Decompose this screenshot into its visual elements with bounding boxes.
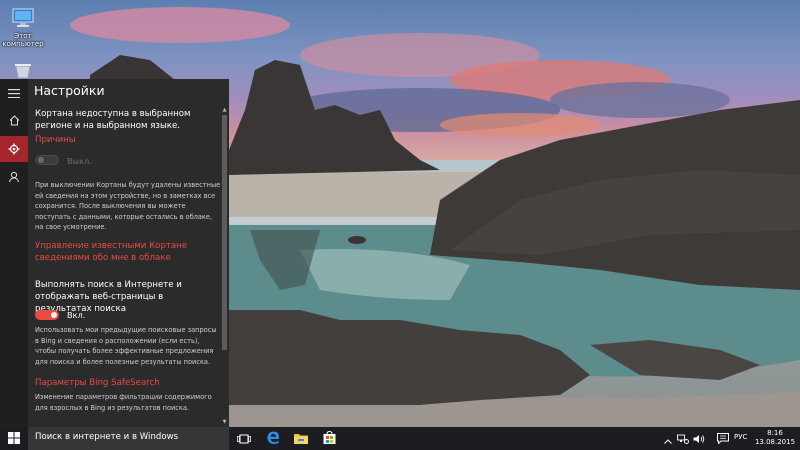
- scroll-thumb[interactable]: [222, 115, 227, 350]
- cortana-settings-panel: Настройки Кортана недоступна в выбранном…: [0, 79, 229, 427]
- search-placeholder: Поиск в интернете и в Windows: [35, 432, 179, 442]
- volume-button[interactable]: [692, 427, 706, 450]
- store-icon: [323, 429, 336, 448]
- file-explorer-icon: [294, 429, 308, 448]
- cortana-toggle-knob: [38, 157, 44, 163]
- action-center-button[interactable]: [716, 427, 730, 450]
- search-online-toggle[interactable]: [35, 310, 59, 320]
- volume-icon: [693, 429, 705, 448]
- safesearch-description: Изменение параметров фильтрации содержим…: [35, 393, 212, 412]
- gear-icon: [8, 140, 20, 159]
- cortana-off-description: При выключении Кортаны будут удалены изв…: [35, 181, 221, 231]
- left-rail: [0, 79, 28, 427]
- manage-cloud-info-link[interactable]: Управление известными Кортане сведениями…: [35, 240, 221, 264]
- page-title: Настройки: [34, 83, 105, 98]
- bing-safesearch-link[interactable]: Параметры Bing SafeSearch: [35, 377, 221, 389]
- feedback-button[interactable]: [0, 164, 28, 190]
- recycle-bin-icon: [0, 64, 46, 80]
- notifications-icon: [717, 429, 729, 448]
- taskbar-search-box[interactable]: Поиск в интернете и в Windows: [28, 427, 229, 450]
- feedback-icon: [8, 168, 20, 187]
- settings-button[interactable]: [0, 136, 28, 162]
- scroll-down-arrow-icon[interactable]: ▼: [221, 419, 228, 425]
- clock-time: 8:16: [767, 429, 783, 437]
- scroll-up-arrow-icon[interactable]: ▲: [221, 107, 228, 113]
- cortana-toggle-label: Выкл.: [67, 156, 92, 166]
- hamburger-menu-icon: [8, 83, 20, 102]
- taskbar: Поиск в интернете и в Windows РУС 8:16 1…: [0, 427, 800, 450]
- task-view-icon: [237, 429, 251, 448]
- show-hidden-icons-button[interactable]: [662, 427, 674, 450]
- computer-icon: [0, 8, 46, 30]
- home-icon: [9, 111, 20, 130]
- reasons-link[interactable]: Причины: [35, 134, 221, 146]
- network-icon: [677, 429, 689, 448]
- show-hidden-icon: [664, 429, 672, 448]
- settings-content: Настройки Кортана недоступна в выбранном…: [28, 79, 229, 427]
- store-button[interactable]: [314, 427, 344, 450]
- search-online-heading: Выполнять поиск в Интернете и отображать…: [35, 280, 182, 314]
- input-language-indicator[interactable]: РУС: [734, 433, 747, 441]
- taskbar-clock[interactable]: 8:16 13.08.2015: [752, 429, 798, 447]
- windows-logo-icon: [8, 429, 20, 448]
- desktop-icon-label-line2: компьютер: [2, 40, 44, 48]
- clock-date: 13.08.2015: [754, 438, 796, 446]
- task-view-button[interactable]: [229, 427, 259, 450]
- home-button[interactable]: [0, 107, 28, 133]
- desktop-icon-label-line1: Этот: [14, 32, 32, 40]
- search-online-toggle-knob: [51, 312, 57, 318]
- hamburger-menu-button[interactable]: [0, 79, 28, 105]
- desktop-icon-this-pc[interactable]: Этот компьютер: [0, 8, 46, 48]
- search-online-toggle-label: Вкл.: [67, 310, 86, 320]
- file-explorer-button[interactable]: [286, 427, 316, 450]
- start-button[interactable]: [0, 427, 28, 450]
- network-button[interactable]: [676, 427, 690, 450]
- edge-icon: [267, 429, 280, 448]
- edge-button[interactable]: [258, 427, 288, 450]
- search-online-description: Использовать мои предыдущие поисковые за…: [35, 326, 217, 366]
- cortana-toggle[interactable]: [35, 155, 59, 165]
- panel-scrollbar[interactable]: ▲ ▼: [221, 107, 228, 425]
- cortana-unavailable-text: Кортана недоступна в выбранном регионе и…: [35, 109, 191, 131]
